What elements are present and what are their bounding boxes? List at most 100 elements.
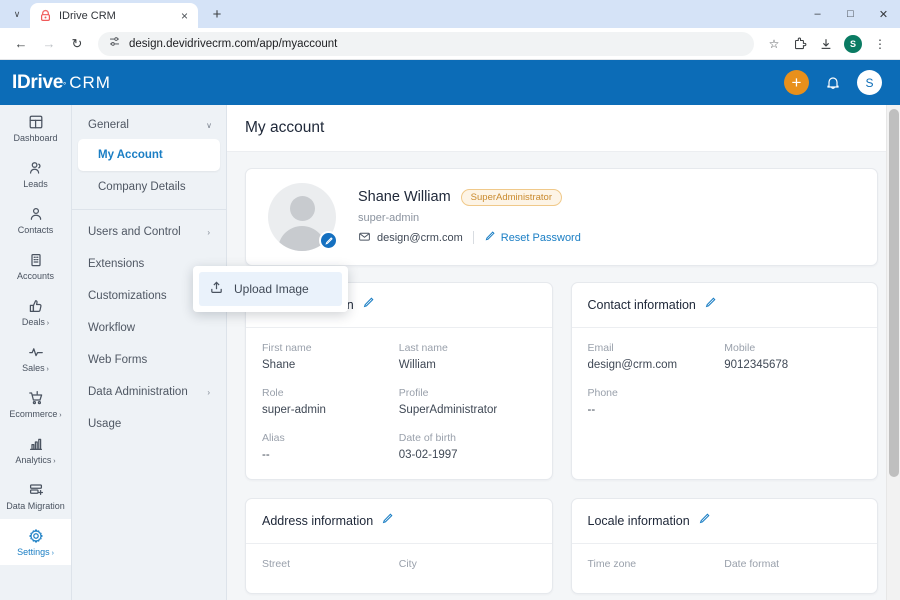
app-header: IDriv e ° CRM + S (0, 60, 900, 105)
sidebar-item-data-administration[interactable]: Data Administration › (72, 376, 226, 408)
sidebar-item-label: Extensions (88, 258, 145, 270)
card-contact-information: Contact information Email design@crm.com Mo… (570, 282, 878, 480)
field (588, 432, 725, 437)
field (724, 432, 861, 437)
field (724, 387, 861, 416)
field-value: 9012345678 (724, 359, 789, 371)
logo-idrive-text: IDriv (12, 71, 53, 93)
window-controls: – □ ✕ (801, 0, 900, 28)
sidebar-item-analytics[interactable]: Analytics › (0, 427, 71, 473)
field: Date format (724, 558, 861, 575)
card-body: Email design@crm.com Mobile 9012345678 Phone… (572, 328, 878, 455)
downloads-icon[interactable] (814, 32, 838, 56)
status-badge: SuperAdministrator (460, 188, 562, 206)
edit-pencil-icon[interactable] (362, 296, 375, 314)
extensions-icon[interactable] (788, 32, 812, 56)
sidebar-item-company-details[interactable]: Company Details (72, 171, 226, 203)
field-label: Role (262, 387, 284, 399)
idrive-crm-logo[interactable]: IDriv e ° CRM (12, 72, 111, 94)
sidebar-item-users-and-control[interactable]: Users and Control › (72, 216, 226, 248)
scrollbar-thumb[interactable] (889, 109, 899, 477)
field-value: -- (262, 449, 270, 461)
chevron-right-icon: › (44, 366, 49, 373)
edit-pencil-icon[interactable] (698, 512, 711, 530)
tab-search-icon[interactable]: ∨ (4, 1, 30, 27)
sidebar-item-deals[interactable]: Deals › (0, 289, 71, 335)
sidebar-item-dashboard[interactable]: Dashboard (0, 105, 71, 151)
field-label: Profile (398, 387, 429, 399)
new-tab-button[interactable]: + (204, 1, 230, 27)
window-close-icon[interactable]: ✕ (867, 0, 900, 28)
profile-name-row: Shane William SuperAdministrator (358, 188, 581, 206)
reset-password-label: Reset Password (500, 231, 581, 244)
card-body: Street City (246, 544, 552, 593)
sidebar-item-label: Workflow (88, 322, 136, 334)
sidebar-item-usage[interactable]: Usage (72, 408, 226, 440)
browser-profile-avatar[interactable]: S (844, 34, 862, 53)
upload-image-menu-item[interactable]: Upload Image (199, 272, 342, 306)
bookmark-star-icon[interactable]: ☆ (762, 32, 786, 56)
field-label: City (398, 558, 417, 570)
address-bar[interactable]: design.devidrivecrm.com/app/myaccount (98, 31, 754, 56)
sidebar-item-data-migration[interactable]: Data Migration (0, 473, 71, 519)
sidebar-item-settings[interactable]: Settings › (0, 519, 71, 565)
add-button[interactable]: + (784, 70, 809, 95)
maximize-icon[interactable]: □ (834, 0, 867, 28)
sidebar-item-label: Data Migration (6, 501, 65, 511)
sidebar-item-label: Accounts (16, 271, 55, 281)
chevron-right-icon: › (51, 458, 56, 465)
sidebar-item-workflow[interactable]: Workflow (72, 312, 226, 344)
field: Email design@crm.com (588, 342, 725, 371)
content-scrollbar[interactable]: ▼ (886, 105, 900, 600)
site-settings-icon[interactable] (108, 35, 121, 53)
main-content: My account Shane William SuperAdministra… (227, 105, 900, 600)
sidebar-item-leads[interactable]: Leads (0, 151, 71, 197)
bell-icon[interactable] (825, 75, 841, 91)
browser-tab[interactable]: IDrive CRM × (30, 3, 198, 28)
sidebar-item-label: Customizations (88, 290, 167, 302)
sidebar-item-my-account[interactable]: My Account (78, 139, 220, 171)
browser-menu-icon[interactable]: ⋮ (868, 32, 892, 56)
chevron-right-icon: › (44, 320, 50, 327)
card-body: First name Shane Last name William Role super… (246, 328, 552, 479)
sidebar-item-label: Analytics › (15, 455, 56, 465)
edit-pencil-icon[interactable] (381, 512, 394, 530)
profile-avatar[interactable] (268, 183, 338, 251)
field-value: 03-02-1997 (398, 449, 458, 461)
back-icon[interactable]: ← (8, 31, 34, 57)
sidebar-item-accounts[interactable]: Accounts (0, 243, 71, 289)
field-label: First name (262, 342, 312, 354)
reload-icon[interactable]: ↻ (64, 31, 90, 57)
sidebar-group-label: General (88, 119, 129, 131)
profile-contact-row: design@crm.com Reset Password (358, 230, 581, 246)
card-title: Contact information (587, 298, 696, 312)
minimize-icon[interactable]: – (801, 0, 834, 28)
forward-icon[interactable]: → (36, 31, 62, 57)
sidebar-item-contacts[interactable]: Contacts (0, 197, 71, 243)
card-title: Locale information (587, 514, 690, 528)
profile-info: Shane William SuperAdministrator super-a… (358, 188, 581, 246)
field: Phone -- (588, 387, 725, 416)
avatar-edit-pencil-icon[interactable] (319, 231, 338, 250)
sidebar-item-sales[interactable]: Sales › (0, 335, 71, 381)
sidebar-group-general[interactable]: General ∨ (72, 111, 226, 139)
leads-icon (28, 159, 44, 176)
profile-email-text: design@crm.com (377, 231, 463, 244)
browser-window: ∨ IDrive CRM × + – □ ✕ ← → ↻ design.devi… (0, 0, 900, 600)
reset-password-button[interactable]: Reset Password (484, 230, 581, 245)
profile-name: Shane William (358, 189, 451, 205)
profile-role-text: super-admin (358, 211, 420, 224)
close-icon[interactable]: × (179, 10, 190, 22)
logo-e-glyph: e (52, 71, 64, 93)
user-avatar[interactable]: S (857, 70, 882, 95)
primary-sidebar: Dashboard Leads Contacts Accounts Deals › Sal… (0, 105, 72, 600)
sidebar-item-web-forms[interactable]: Web Forms (72, 344, 226, 376)
edit-pencil-icon[interactable] (704, 296, 717, 314)
sidebar-item-ecommerce[interactable]: Ecommerce › (0, 381, 71, 427)
field-label: Street (262, 558, 291, 570)
field: Role super-admin (262, 387, 399, 416)
browser-tabstrip: ∨ IDrive CRM × + – □ ✕ (0, 0, 900, 28)
field-value: SuperAdministrator (398, 404, 498, 416)
field: First name Shane (262, 342, 399, 371)
accounts-icon (28, 251, 44, 268)
